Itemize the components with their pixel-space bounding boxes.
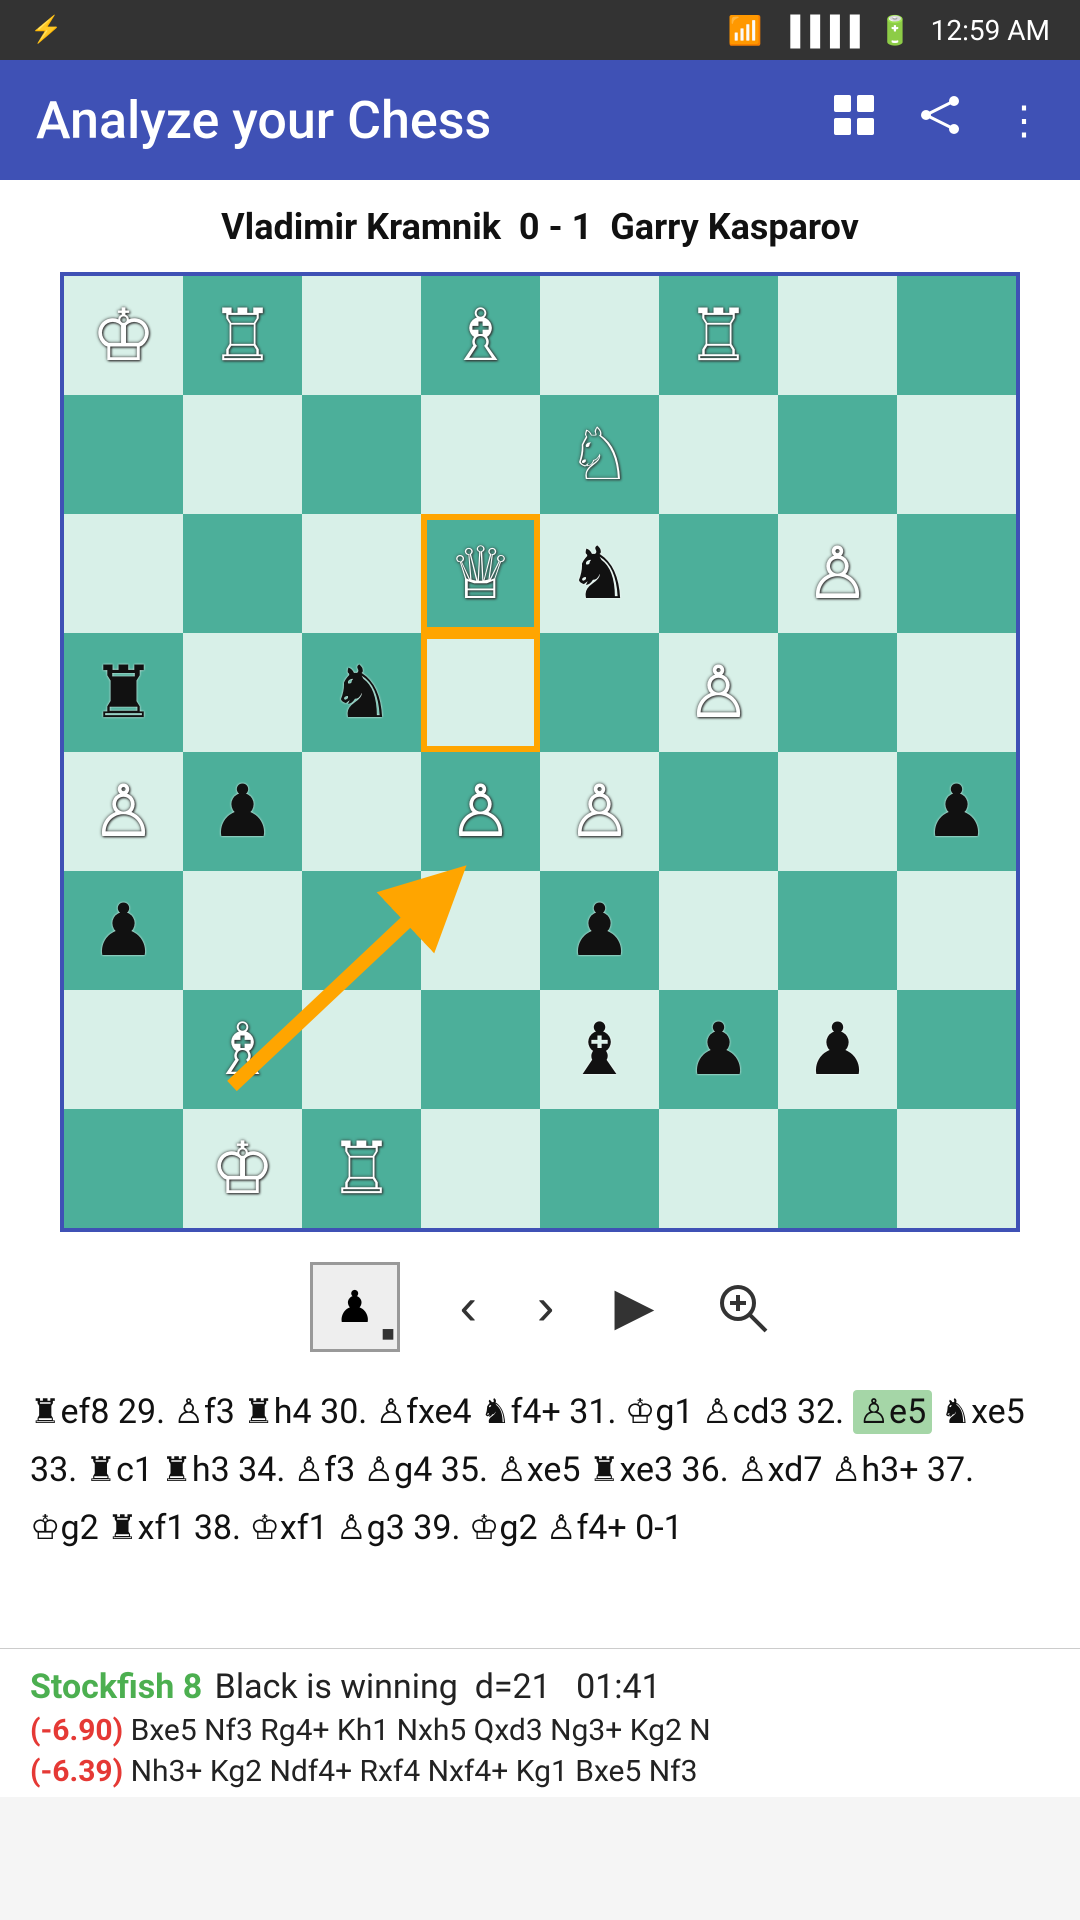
board-cell-c7[interactable] [302,395,421,514]
board-cell-g3[interactable] [778,871,897,990]
board-cell-f1[interactable] [659,1109,778,1228]
move-highlighted: ♙e5 [853,1390,933,1434]
board-cell-b6[interactable] [183,514,302,633]
board-cell-g5[interactable] [778,633,897,752]
board-cell-d4[interactable]: ♙ [421,752,540,871]
board-cell-g1[interactable] [778,1109,897,1228]
analysis-line-1: (-6.90) Bxe5 Nf3 Rg4+ Kh1 Nxh5 Qxd3 Ng3+… [30,1713,1050,1748]
grid-icon[interactable] [832,93,876,147]
board-cell-a6[interactable] [64,514,183,633]
prev-button[interactable]: ‹ [460,1277,477,1337]
board-cell-f4[interactable] [659,752,778,871]
board-cell-f3[interactable] [659,871,778,990]
board-cell-g8[interactable] [778,276,897,395]
board-cell-e8[interactable] [540,276,659,395]
board-cell-c4[interactable] [302,752,421,871]
board-cell-h4[interactable]: ♟ [897,752,1016,871]
board-cell-e1[interactable] [540,1109,659,1228]
engine-status: Black is winning d=21 01:41 [206,1667,661,1707]
board-cell-b1[interactable]: ♔ [183,1109,302,1228]
board-cell-a5[interactable]: ♜ [64,633,183,752]
game-score: 0 - 1 [519,206,592,248]
board-cell-h6[interactable] [897,514,1016,633]
board-cell-a8[interactable]: ♔ [64,276,183,395]
controls-bar: ♟ ‹ › ▶ [0,1242,1080,1368]
board-cell-e7[interactable]: ♘ [540,395,659,514]
usb-icon: ⚡ [30,15,62,45]
game-header: Vladimir Kramnik 0 - 1 Garry Kasparov [0,180,1080,262]
piece-selector-button[interactable]: ♟ [310,1262,400,1352]
white-player: Vladimir Kramnik [221,206,501,248]
status-bar: ⚡ 📶 ▐▐▐▐ 🔋 12:59 AM [0,0,1080,60]
board-cell-g2[interactable]: ♟ [778,990,897,1109]
board-cell-f8[interactable]: ♖ [659,276,778,395]
board-cell-b3[interactable] [183,871,302,990]
board-cell-h7[interactable] [897,395,1016,514]
time-display: 12:59 AM [931,14,1050,47]
board-cell-h5[interactable] [897,633,1016,752]
analysis-section: Stockfish 8 Black is winning d=21 01:41 … [0,1648,1080,1797]
board-cell-h1[interactable] [897,1109,1016,1228]
signal-icon: ▐▐▐▐ [780,14,859,47]
board-cell-d2[interactable] [421,990,540,1109]
board-cell-d5[interactable] [421,633,540,752]
board-cell-b4[interactable]: ♟ [183,752,302,871]
board-cell-c8[interactable] [302,276,421,395]
engine-name: Stockfish 8 [30,1667,202,1707]
app-title: Analyze your Chess [36,90,832,151]
board-cell-b7[interactable] [183,395,302,514]
board-cell-d8[interactable]: ♗ [421,276,540,395]
board-cell-f5[interactable]: ♙ [659,633,778,752]
board-cell-e3[interactable]: ♟ [540,871,659,990]
chess-board: ♔♖♗♖♘♕♞♙♜♞♙♙♟♙♙♟♟♟♗♝♟♟♔♖ [60,272,1020,1232]
board-cell-h2[interactable] [897,990,1016,1109]
play-button[interactable]: ▶ [614,1277,654,1337]
board-cell-a7[interactable] [64,395,183,514]
board-cell-h8[interactable] [897,276,1016,395]
board-cell-a2[interactable] [64,990,183,1109]
board-cell-g6[interactable]: ♙ [778,514,897,633]
board-cell-b2[interactable]: ♗ [183,990,302,1109]
black-player: Garry Kasparov [610,206,859,248]
board-cell-f6[interactable] [659,514,778,633]
board-cell-h3[interactable] [897,871,1016,990]
board-cell-e6[interactable]: ♞ [540,514,659,633]
battery-icon: 🔋 [878,14,913,47]
board-cell-c2[interactable] [302,990,421,1109]
share-icon[interactable] [918,93,962,147]
board-cell-c5[interactable]: ♞ [302,633,421,752]
board-cell-f7[interactable] [659,395,778,514]
board-cell-e5[interactable] [540,633,659,752]
board-cell-d1[interactable] [421,1109,540,1228]
board-cell-b8[interactable]: ♖ [183,276,302,395]
board-cell-f2[interactable]: ♟ [659,990,778,1109]
wifi-icon: 📶 [728,14,763,47]
board-cell-e2[interactable]: ♝ [540,990,659,1109]
board-cell-a3[interactable]: ♟ [64,871,183,990]
board-cell-c6[interactable] [302,514,421,633]
board-cell-g4[interactable] [778,752,897,871]
board-cell-a4[interactable]: ♙ [64,752,183,871]
app-bar: Analyze your Chess ⋮ [0,60,1080,180]
analysis-line-2: (-6.39) Nh3+ Kg2 Ndf4+ Rxf4 Nxf4+ Kg1 Bx… [30,1754,1050,1789]
zoom-button[interactable] [714,1279,770,1335]
board-cell-e4[interactable]: ♙ [540,752,659,871]
more-options-icon[interactable]: ⋮ [1004,97,1044,144]
move-list: ♜ef8 29. ♙f3 ♜h4 30. ♙fxe4 ♞f4+ 31. ♔g1 … [0,1368,1080,1648]
board-cell-d7[interactable] [421,395,540,514]
board-cell-g7[interactable] [778,395,897,514]
move-token: ♜ef8 29. ♙f3 ♜h4 30. ♙fxe4 ♞f4+ 31. ♔g1 … [30,1392,853,1432]
board-cell-a1[interactable] [64,1109,183,1228]
board-cell-d3[interactable] [421,871,540,990]
board-cell-c3[interactable] [302,871,421,990]
board-cell-d6[interactable]: ♕ [421,514,540,633]
board-cell-b5[interactable] [183,633,302,752]
board-container: ♔♖♗♖♘♕♞♙♜♞♙♙♟♙♙♟♟♟♗♝♟♟♔♖ [0,262,1080,1242]
next-button[interactable]: › [537,1277,554,1337]
board-cell-c1[interactable]: ♖ [302,1109,421,1228]
